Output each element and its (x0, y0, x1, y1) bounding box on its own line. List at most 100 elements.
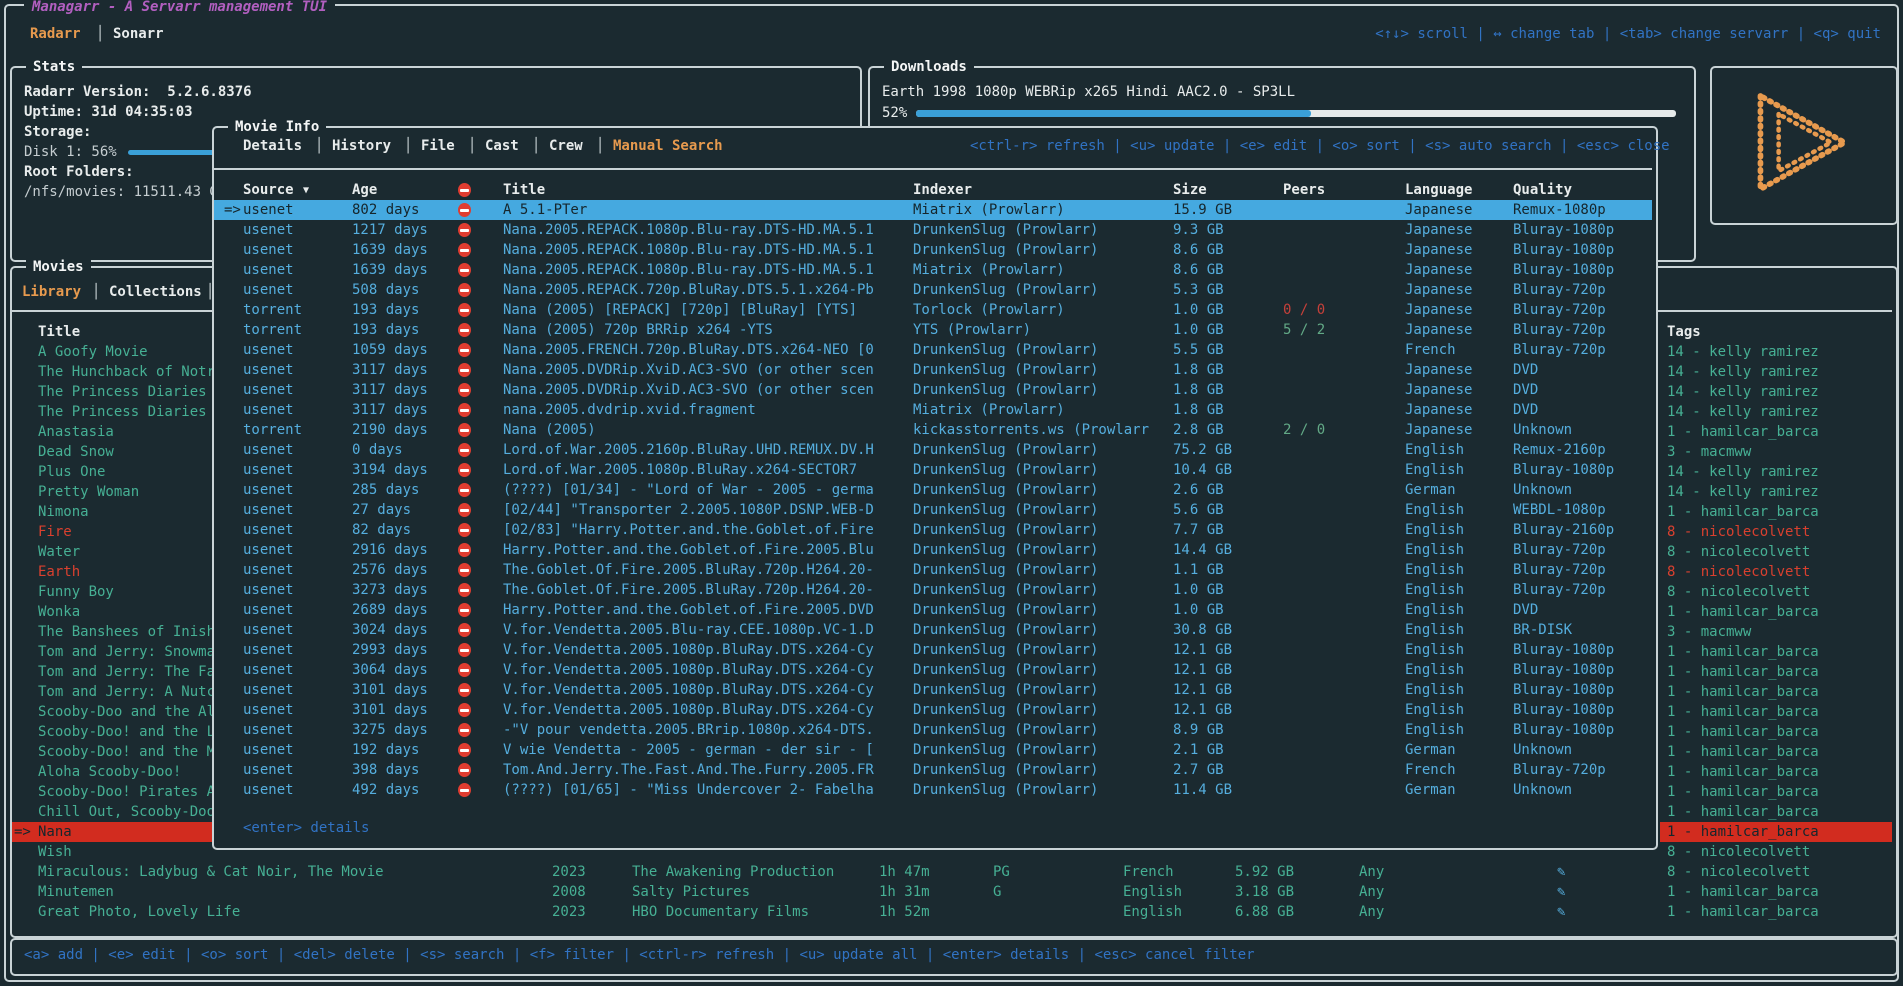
cell-indexer: DrunkenSlug (Prowlarr) (913, 580, 1171, 600)
col-header-rejected-icon[interactable] (458, 183, 471, 197)
col-header-source[interactable]: Source (243, 180, 294, 200)
search-result-row[interactable]: usenet82 days[02/83] "Harry.Potter.and.t… (214, 520, 1652, 540)
search-result-row[interactable]: usenet285 days(????) [01/34] - "Lord of … (214, 480, 1652, 500)
search-result-row[interactable]: usenet27 days[02/44] "Transporter 2.2005… (214, 500, 1652, 520)
cell-quality: Bluray-1080p (1513, 700, 1614, 720)
rejected-icon (458, 623, 471, 637)
search-result-row[interactable]: usenet1059 daysNana.2005.FRENCH.720p.Blu… (214, 340, 1652, 360)
col-header-indexer[interactable]: Indexer (913, 180, 972, 200)
search-result-row[interactable]: torrent193 daysNana (2005) [REPACK] [720… (214, 300, 1652, 320)
cell-title: Lord.of.War.2005.1080p.BluRay.x264-SECTO… (503, 460, 857, 480)
search-result-row[interactable]: usenet3117 daysNana.2005.DVDRip.XviD.AC3… (214, 360, 1652, 380)
cell-title: The.Goblet.Of.Fire.2005.BluRay.720p.H264… (503, 580, 874, 600)
search-result-row[interactable]: usenet2916 daysHarry.Potter.and.the.Gobl… (214, 540, 1652, 560)
cell-quality: DVD (1513, 600, 1538, 620)
tab-sonarr[interactable]: Sonarr (113, 24, 164, 44)
rejected-icon (458, 363, 471, 377)
search-result-row[interactable]: usenet3101 daysV.for.Vendetta.2005.1080p… (214, 700, 1652, 720)
col-header-title[interactable]: Title (503, 180, 545, 200)
movies-tab-divider-1: │ (92, 282, 100, 302)
search-result-row[interactable]: usenet3273 daysThe.Goblet.Of.Fire.2005.B… (214, 580, 1652, 600)
search-result-row[interactable]: usenet192 daysV wie Vendetta - 2005 - ge… (214, 740, 1652, 760)
modal-tab-cast[interactable]: Cast (485, 136, 519, 156)
modal-tab-details[interactable]: Details (243, 136, 302, 156)
search-result-row[interactable]: usenet3194 daysLord.of.War.2005.1080p.Bl… (214, 460, 1652, 480)
rejected-icon (458, 683, 471, 697)
cell-source: usenet (243, 460, 294, 480)
col-header-size[interactable]: Size (1173, 180, 1207, 200)
cell-indexer: DrunkenSlug (Prowlarr) (913, 640, 1171, 660)
cell-source: usenet (243, 760, 294, 780)
search-result-row[interactable]: usenet3117 daysNana.2005.DVDRip.XviD.AC3… (214, 380, 1652, 400)
col-header-quality[interactable]: Quality (1513, 180, 1572, 200)
cell-size: 5.6 GB (1173, 500, 1224, 520)
cell-source: torrent (243, 320, 302, 340)
cell-age: 2689 days (352, 600, 428, 620)
search-result-row[interactable]: =>usenet802 daysA 5.1-PTerMiatrix (Prowl… (214, 200, 1652, 220)
download-item: Earth 1998 1080p WEBRip x265 Hindi AAC2.… (882, 82, 1295, 102)
cell-indexer: DrunkenSlug (Prowlarr) (913, 620, 1171, 640)
cell-age: 1639 days (352, 260, 428, 280)
search-result-row[interactable]: usenet3024 daysV.for.Vendetta.2005.Blu-r… (214, 620, 1652, 640)
cell-quality: Bluray-1080p (1513, 720, 1614, 740)
stats-rootfolder-line: /nfs/movies: 11511.43 GB (24, 182, 226, 202)
search-result-row[interactable]: usenet492 days(????) [01/65] - "Miss Und… (214, 780, 1652, 800)
col-header-language[interactable]: Language (1405, 180, 1472, 200)
col-header-age[interactable]: Age (352, 180, 377, 200)
tab-library[interactable]: Library (22, 282, 81, 302)
modal-tab-manual-search[interactable]: Manual Search (613, 136, 723, 156)
search-result-row[interactable]: usenet3064 daysV.for.Vendetta.2005.1080p… (214, 660, 1652, 680)
cell-size: 8.9 GB (1173, 720, 1224, 740)
modal-tab-history[interactable]: History (332, 136, 391, 156)
rejected-icon (458, 383, 471, 397)
search-result-row[interactable]: usenet3275 days-"V pour vendetta.2005.BR… (214, 720, 1652, 740)
search-result-row[interactable]: usenet2576 daysThe.Goblet.Of.Fire.2005.B… (214, 560, 1652, 580)
search-result-row[interactable]: usenet2993 daysV.for.Vendetta.2005.1080p… (214, 640, 1652, 660)
cell-size: 7.7 GB (1173, 520, 1224, 540)
cell-indexer: Torlock (Prowlarr) (913, 300, 1171, 320)
modal-tab-file[interactable]: File (421, 136, 455, 156)
modal-tab-crew[interactable]: Crew (549, 136, 583, 156)
rejected-icon (458, 403, 471, 417)
cell-age: 398 days (352, 760, 419, 780)
app-title: Managarr - A Servarr management TUI (24, 0, 335, 17)
stats-storage-label: Storage: (24, 122, 91, 142)
cell-source: usenet (243, 240, 294, 260)
cell-quality: Bluray-1080p (1513, 660, 1614, 680)
cell-indexer: DrunkenSlug (Prowlarr) (913, 600, 1171, 620)
search-result-row[interactable]: usenet508 daysNana.2005.REPACK.720p.BluR… (214, 280, 1652, 300)
cell-title: Nana.2005.REPACK.1080p.Blu-ray.DTS-HD.MA… (503, 220, 874, 240)
search-result-row[interactable]: usenet2689 daysHarry.Potter.and.the.Gobl… (214, 600, 1652, 620)
search-result-row[interactable]: usenet398 daysTom.And.Jerry.The.Fast.And… (214, 760, 1652, 780)
cell-source: usenet (243, 720, 294, 740)
cell-language: English (1405, 660, 1464, 680)
tab-collections[interactable]: Collections (109, 282, 202, 302)
cell-quality: WEBDL-1080p (1513, 500, 1606, 520)
rejected-icon (458, 523, 471, 537)
bottom-keybinds: <a> add | <e> edit | <o> sort | <del> de… (24, 945, 1255, 965)
search-result-row[interactable]: usenet1217 daysNana.2005.REPACK.1080p.Bl… (214, 220, 1652, 240)
cell-source: usenet (243, 380, 294, 400)
search-result-row[interactable]: usenet0 daysLord.of.War.2005.2160p.BluRa… (214, 440, 1652, 460)
tab-radarr[interactable]: Radarr (30, 24, 81, 44)
cell-title: V.for.Vendetta.2005.1080p.BluRay.DTS.x26… (503, 660, 874, 680)
search-result-row[interactable]: usenet1639 daysNana.2005.REPACK.1080p.Bl… (214, 260, 1652, 280)
cell-source: usenet (243, 740, 294, 760)
cell-indexer: DrunkenSlug (Prowlarr) (913, 280, 1171, 300)
rejected-icon (458, 543, 471, 557)
search-result-row[interactable]: usenet3117 daysnana.2005.dvdrip.xvid.fra… (214, 400, 1652, 420)
search-result-row[interactable]: usenet1639 daysNana.2005.REPACK.1080p.Bl… (214, 240, 1652, 260)
cell-quality: Bluray-720p (1513, 760, 1606, 780)
col-header-peers[interactable]: Peers (1283, 180, 1325, 200)
cell-language: French (1405, 760, 1456, 780)
search-result-row[interactable]: torrent2190 daysNana (2005)kickasstorren… (214, 420, 1652, 440)
rejected-icon (458, 703, 471, 717)
cell-indexer: DrunkenSlug (Prowlarr) (913, 780, 1171, 800)
cell-source: torrent (243, 420, 302, 440)
cell-language: French (1405, 340, 1456, 360)
cell-age: 192 days (352, 740, 419, 760)
rejected-icon (458, 723, 471, 737)
search-result-row[interactable]: usenet3101 daysV.for.Vendetta.2005.1080p… (214, 680, 1652, 700)
cell-title: Nana.2005.REPACK.1080p.Blu-ray.DTS-HD.MA… (503, 260, 874, 280)
search-result-row[interactable]: torrent193 daysNana (2005) 720p BRRip x2… (214, 320, 1652, 340)
